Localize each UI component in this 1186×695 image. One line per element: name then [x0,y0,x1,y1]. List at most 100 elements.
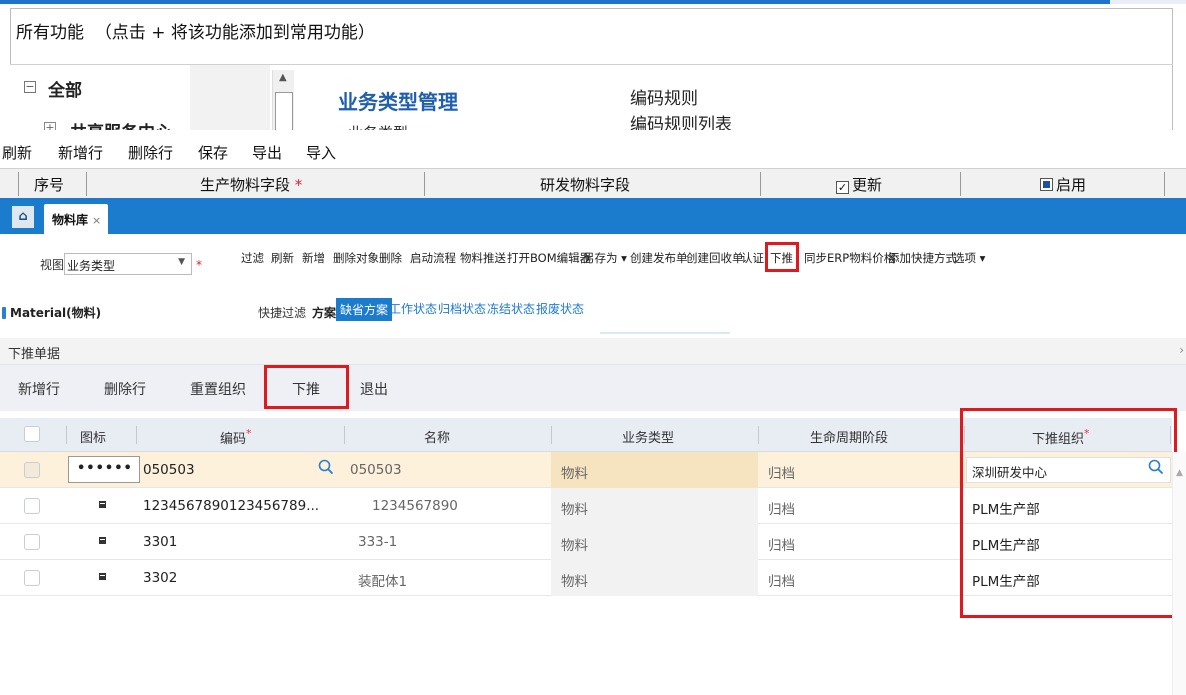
name-cell[interactable]: 装配体1 [358,570,407,590]
export-button[interactable]: 导出 [252,142,282,163]
lifecycle-cell: 归档 [768,502,795,518]
select-all-checkbox[interactable] [24,426,40,442]
password-field[interactable]: •••••• [68,456,140,483]
action-sync-erp-price[interactable]: 同步ERP物料价格 [804,250,895,266]
column-seq[interactable]: 序号 [34,174,64,195]
scheme-work-status[interactable]: 工作状态 [389,300,437,317]
code-cell[interactable]: 3302 [143,570,177,586]
scroll-up-icon[interactable]: ▲ [1176,468,1183,478]
column-biz-type[interactable]: 业务类型 [622,427,674,446]
action-open-bom-editor[interactable]: 打开BOM编辑器 [507,250,591,266]
lifecycle-cell: 归档 [768,466,795,482]
tree-node-material[interactable]: Material(物料) [2,304,101,321]
column-lifecycle[interactable]: 生命周期阶段 [810,427,888,446]
refresh-button[interactable]: 刷新 [2,142,32,163]
action-create-recycle[interactable]: 创建回收单 [686,250,744,266]
action-delete[interactable]: 删除 [379,250,402,266]
save-button[interactable]: 保存 [198,142,228,163]
name-cell[interactable]: 333-1 [358,534,397,550]
reset-org-button[interactable]: 重置组织 [190,379,246,399]
column-name[interactable]: 名称 [424,427,450,446]
delete-row-button[interactable]: 删除行 [128,142,173,163]
function-tree-gutter [190,65,270,130]
quick-filter-label: 快捷过滤 [258,306,307,320]
column-update[interactable]: ✓ 更新 [836,174,882,195]
column-separator [760,172,761,196]
row-checkbox[interactable] [24,498,40,514]
update-checkbox-icon[interactable]: ✓ [836,181,849,194]
lifecycle-cell: 归档 [768,538,795,554]
dialog-toolbar: 新增行 删除行 重置组织 下推 退出 [0,365,1186,411]
column-rd-field[interactable]: 研发物料字段 [540,174,630,195]
scheme-scrap-status[interactable]: 报废状态 [536,300,584,317]
column-enable[interactable]: 启用 [1040,174,1086,195]
scroll-up-icon[interactable]: ▲ [279,72,287,83]
chevron-right-icon[interactable]: › [1179,343,1184,357]
tree-node-share-center[interactable]: 共享服务中心 [70,118,172,130]
action-refresh[interactable]: 刷新 [271,250,294,266]
code-cell[interactable]: 050503 [143,462,195,478]
import-button[interactable]: 导入 [306,142,336,163]
enable-checkbox-icon[interactable] [1040,178,1053,191]
scheme-frozen-status[interactable]: 冻结状态 [487,300,535,317]
name-cell[interactable]: 050503 [350,462,402,478]
action-options[interactable]: 选项 ▾ [953,250,985,266]
required-mark: * [196,258,202,272]
column-separator [136,426,137,444]
category-title[interactable]: 业务类型管理 [338,86,458,115]
scrollbar-thumb[interactable] [275,92,293,130]
name-cell[interactable]: 1234567890 [372,498,458,514]
exit-button[interactable]: 退出 [360,379,388,399]
grid-scrollbar[interactable]: ▲ [1172,452,1186,695]
action-create-release[interactable]: 创建发布单 [630,250,688,266]
action-material-push[interactable]: 物料推送 [460,250,506,266]
lifecycle-cell: 归档 [768,574,795,590]
function-link-code-rule[interactable]: 编码规则 [630,84,698,109]
column-separator [86,172,87,196]
scheme-archive-status[interactable]: 归档状态 [438,300,486,317]
column-separator [66,426,67,444]
category-item[interactable]: 业务类型 [348,122,408,130]
add-row-button[interactable]: 新增行 [58,142,103,163]
tree-scrollbar[interactable]: ▲ [272,70,294,130]
delete-row-button[interactable]: 删除行 [104,379,146,399]
push-button-highlight [264,365,349,409]
row-checkbox[interactable] [24,462,40,478]
close-icon[interactable]: × [92,214,101,227]
expand-share-icon[interactable]: + [44,122,56,130]
tab-material-library[interactable]: 物料库 × [44,204,108,234]
tree-node-all[interactable]: 全部 [48,76,82,101]
action-add-shortcut[interactable]: 添加快捷方式 [888,250,957,266]
column-separator [18,172,19,196]
column-icon[interactable]: 图标 [80,427,106,446]
row-checkbox[interactable] [24,534,40,550]
push-down-highlight [765,242,799,272]
document-icon [99,537,106,544]
action-new[interactable]: 新增 [302,250,325,266]
search-icon[interactable] [318,459,334,475]
home-icon[interactable]: ⌂ [12,206,34,228]
code-cell[interactable]: 3301 [143,534,177,550]
scheme-default[interactable]: 缺省方案 [336,298,393,321]
tab-bar [0,198,1186,234]
code-cell[interactable]: 1234567890123456789... [143,498,319,514]
action-save-as[interactable]: 另存为 ▾ [583,250,627,266]
action-start-process[interactable]: 启动流程 [410,250,456,266]
push-org-highlight [960,408,1177,618]
column-separator [758,426,759,444]
function-link-code-rule-list[interactable]: 编码规则列表 [630,110,732,130]
row-checkbox[interactable] [24,570,40,586]
collapse-all-icon[interactable]: − [24,81,36,93]
dialog-titlebar: 下推单据 › [0,338,1186,365]
view-select[interactable]: 业务类型 ▼ [64,253,192,275]
field-mapping-grid: 刷新 新增行 删除行 保存 导出 导入 序号 生产物料字段 * 研发物料字段 ✓… [0,130,1186,198]
action-delete-object[interactable]: 删除对象 [333,250,379,266]
column-code[interactable]: 编码* [220,427,252,447]
action-certify[interactable]: 认证 [741,250,764,266]
column-production-field[interactable]: 生产物料字段 * [200,174,302,195]
document-icon [99,573,106,580]
window-top-border [0,0,1110,4]
action-filter[interactable]: 过滤 [241,250,264,266]
add-row-button[interactable]: 新增行 [18,379,60,399]
window-top-border-right [1110,0,1186,4]
